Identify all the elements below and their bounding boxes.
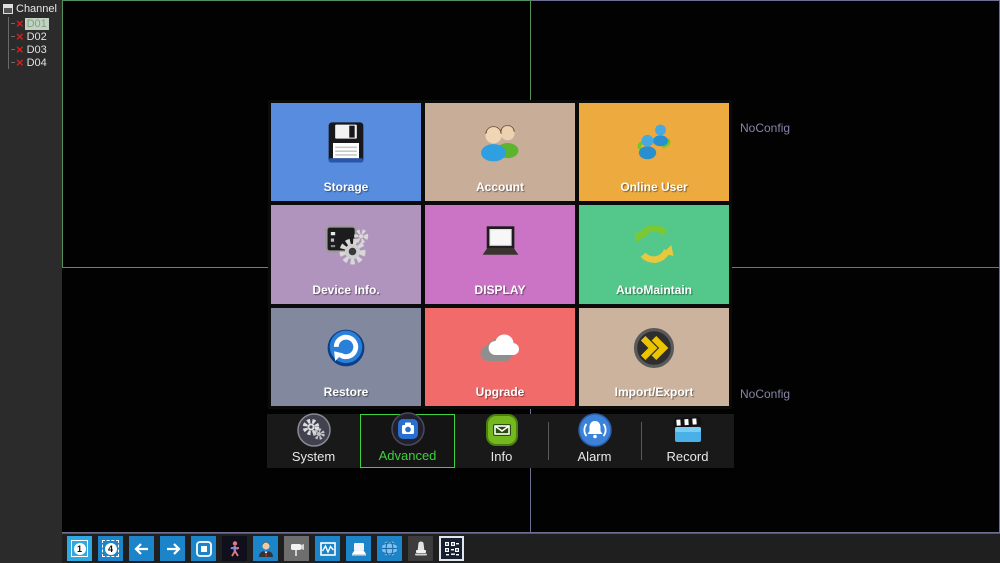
dvr-screen: Channel × D01 × D02 × D03 × D04 NoConfig… bbox=[0, 0, 1000, 563]
no-video-icon: × bbox=[16, 55, 24, 70]
single-view-button[interactable]: 1 bbox=[67, 536, 92, 561]
tile-automaintain[interactable]: AutoMaintain bbox=[579, 205, 729, 304]
tile-label: Online User bbox=[620, 180, 688, 195]
selected-channel-border bbox=[62, 0, 531, 1]
binary-code-button[interactable] bbox=[439, 536, 464, 561]
tile-display[interactable]: DISPLAY bbox=[425, 205, 575, 304]
prev-channel-button[interactable] bbox=[129, 536, 154, 561]
users-icon bbox=[481, 125, 519, 162]
no-video-icon: × bbox=[16, 29, 24, 44]
laptop-icon-small bbox=[351, 542, 366, 556]
channel-tree-header[interactable]: Channel bbox=[0, 0, 62, 17]
tab-record[interactable]: Record bbox=[641, 414, 734, 468]
tab-advanced[interactable]: Advanced bbox=[360, 412, 455, 468]
stamp-button[interactable] bbox=[408, 536, 433, 561]
terminal-gear-icon bbox=[325, 225, 369, 265]
user-avatar-icon bbox=[258, 541, 273, 557]
waveform-monitor-icon bbox=[319, 541, 336, 556]
monitor-view-icon bbox=[195, 540, 212, 557]
tab-label: Advanced bbox=[378, 448, 437, 463]
tile-device-info[interactable]: Device Info. bbox=[271, 205, 421, 304]
channel-status-text: NoConfig bbox=[740, 121, 791, 135]
channel-label: D01 bbox=[24, 17, 49, 30]
binary-code-icon bbox=[444, 541, 459, 555]
waveform-monitor-button[interactable] bbox=[315, 536, 340, 561]
monitor-view-button[interactable] bbox=[191, 536, 216, 561]
network-globe-button[interactable] bbox=[377, 536, 402, 561]
tile-import-export[interactable]: Import/Export bbox=[579, 307, 729, 406]
next-channel-button[interactable] bbox=[160, 536, 185, 561]
channel-label: D04 bbox=[26, 56, 47, 69]
ptz-camera-icon bbox=[290, 543, 304, 556]
tile-label: Device Info. bbox=[312, 282, 380, 297]
tab-label: System bbox=[291, 449, 336, 464]
channel-status-text: NoConfig bbox=[740, 387, 791, 401]
camera-icon bbox=[390, 412, 425, 446]
tile-label: Account bbox=[476, 180, 524, 195]
floppy-disk-icon bbox=[328, 122, 364, 163]
ptz-camera-button[interactable] bbox=[284, 536, 309, 561]
channel-header-label: Channel bbox=[16, 3, 57, 15]
motion-figure-icon bbox=[229, 540, 239, 556]
tile-label: AutoMaintain bbox=[616, 282, 692, 297]
channel-label: D03 bbox=[26, 43, 47, 56]
tile-restore[interactable]: Restore bbox=[271, 307, 421, 406]
single-view-icon: 1 bbox=[71, 540, 88, 557]
tile-grid: Storage Account Online User Device Info.… bbox=[271, 103, 729, 406]
gears-icon bbox=[296, 413, 331, 447]
online-users-icon bbox=[637, 124, 671, 160]
restore-icon bbox=[327, 329, 365, 367]
mail-icon bbox=[485, 414, 518, 446]
tile-label: Import/Export bbox=[614, 385, 694, 399]
tile-storage[interactable]: Storage bbox=[271, 103, 421, 202]
channel-label: D02 bbox=[26, 30, 47, 43]
tile-account[interactable]: Account bbox=[425, 103, 575, 202]
no-video-icon: × bbox=[16, 16, 24, 31]
right-arrow-icon bbox=[166, 542, 181, 555]
tab-info[interactable]: Info bbox=[455, 414, 548, 468]
quad-view-button[interactable]: 4 bbox=[98, 536, 123, 561]
tile-label: Restore bbox=[323, 385, 369, 399]
motion-detect-button[interactable] bbox=[222, 536, 247, 561]
stamp-icon bbox=[414, 540, 427, 555]
double-arrow-icon bbox=[633, 327, 675, 368]
window-icon bbox=[3, 4, 13, 14]
tab-label: Info bbox=[490, 449, 513, 464]
selected-channel-border bbox=[62, 0, 63, 268]
tile-label: Upgrade bbox=[475, 385, 525, 399]
cloud-icon bbox=[480, 334, 519, 361]
bell-icon bbox=[577, 413, 612, 447]
settings-tab-bar: System Advanced Info Alarm Record bbox=[267, 412, 734, 468]
tab-alarm[interactable]: Alarm bbox=[548, 413, 641, 468]
laptop-button[interactable] bbox=[346, 536, 371, 561]
channel-sidebar: Channel × D01 × D02 × D03 × D04 bbox=[0, 0, 62, 563]
left-arrow-icon bbox=[133, 542, 148, 555]
tab-system[interactable]: System bbox=[267, 413, 360, 468]
quad-view-icon: 4 bbox=[102, 540, 119, 557]
tile-label: DISPLAY bbox=[474, 282, 526, 297]
video-grid: NoConfig NoConfig Storage Account Online… bbox=[62, 0, 1000, 533]
tile-online-user[interactable]: Online User bbox=[579, 103, 729, 202]
recycle-icon bbox=[634, 225, 674, 264]
tab-label: Alarm bbox=[577, 449, 612, 464]
channel-tree: × D01 × D02 × D03 × D04 bbox=[8, 17, 62, 69]
no-video-icon: × bbox=[16, 42, 24, 57]
settings-menu: Storage Account Online User Device Info.… bbox=[268, 100, 732, 409]
laptop-icon bbox=[482, 226, 519, 256]
grid-divider bbox=[531, 0, 1000, 1]
bottom-toolbar: 1 4 bbox=[62, 533, 1000, 563]
user-avatar-button[interactable] bbox=[253, 536, 278, 561]
clapper-icon bbox=[673, 416, 701, 442]
channel-item-d04[interactable]: × D04 bbox=[9, 56, 62, 69]
tab-label: Record bbox=[666, 449, 709, 464]
tile-label: Storage bbox=[323, 180, 369, 195]
tile-upgrade[interactable]: Upgrade bbox=[425, 307, 575, 406]
globe-icon bbox=[382, 540, 397, 557]
